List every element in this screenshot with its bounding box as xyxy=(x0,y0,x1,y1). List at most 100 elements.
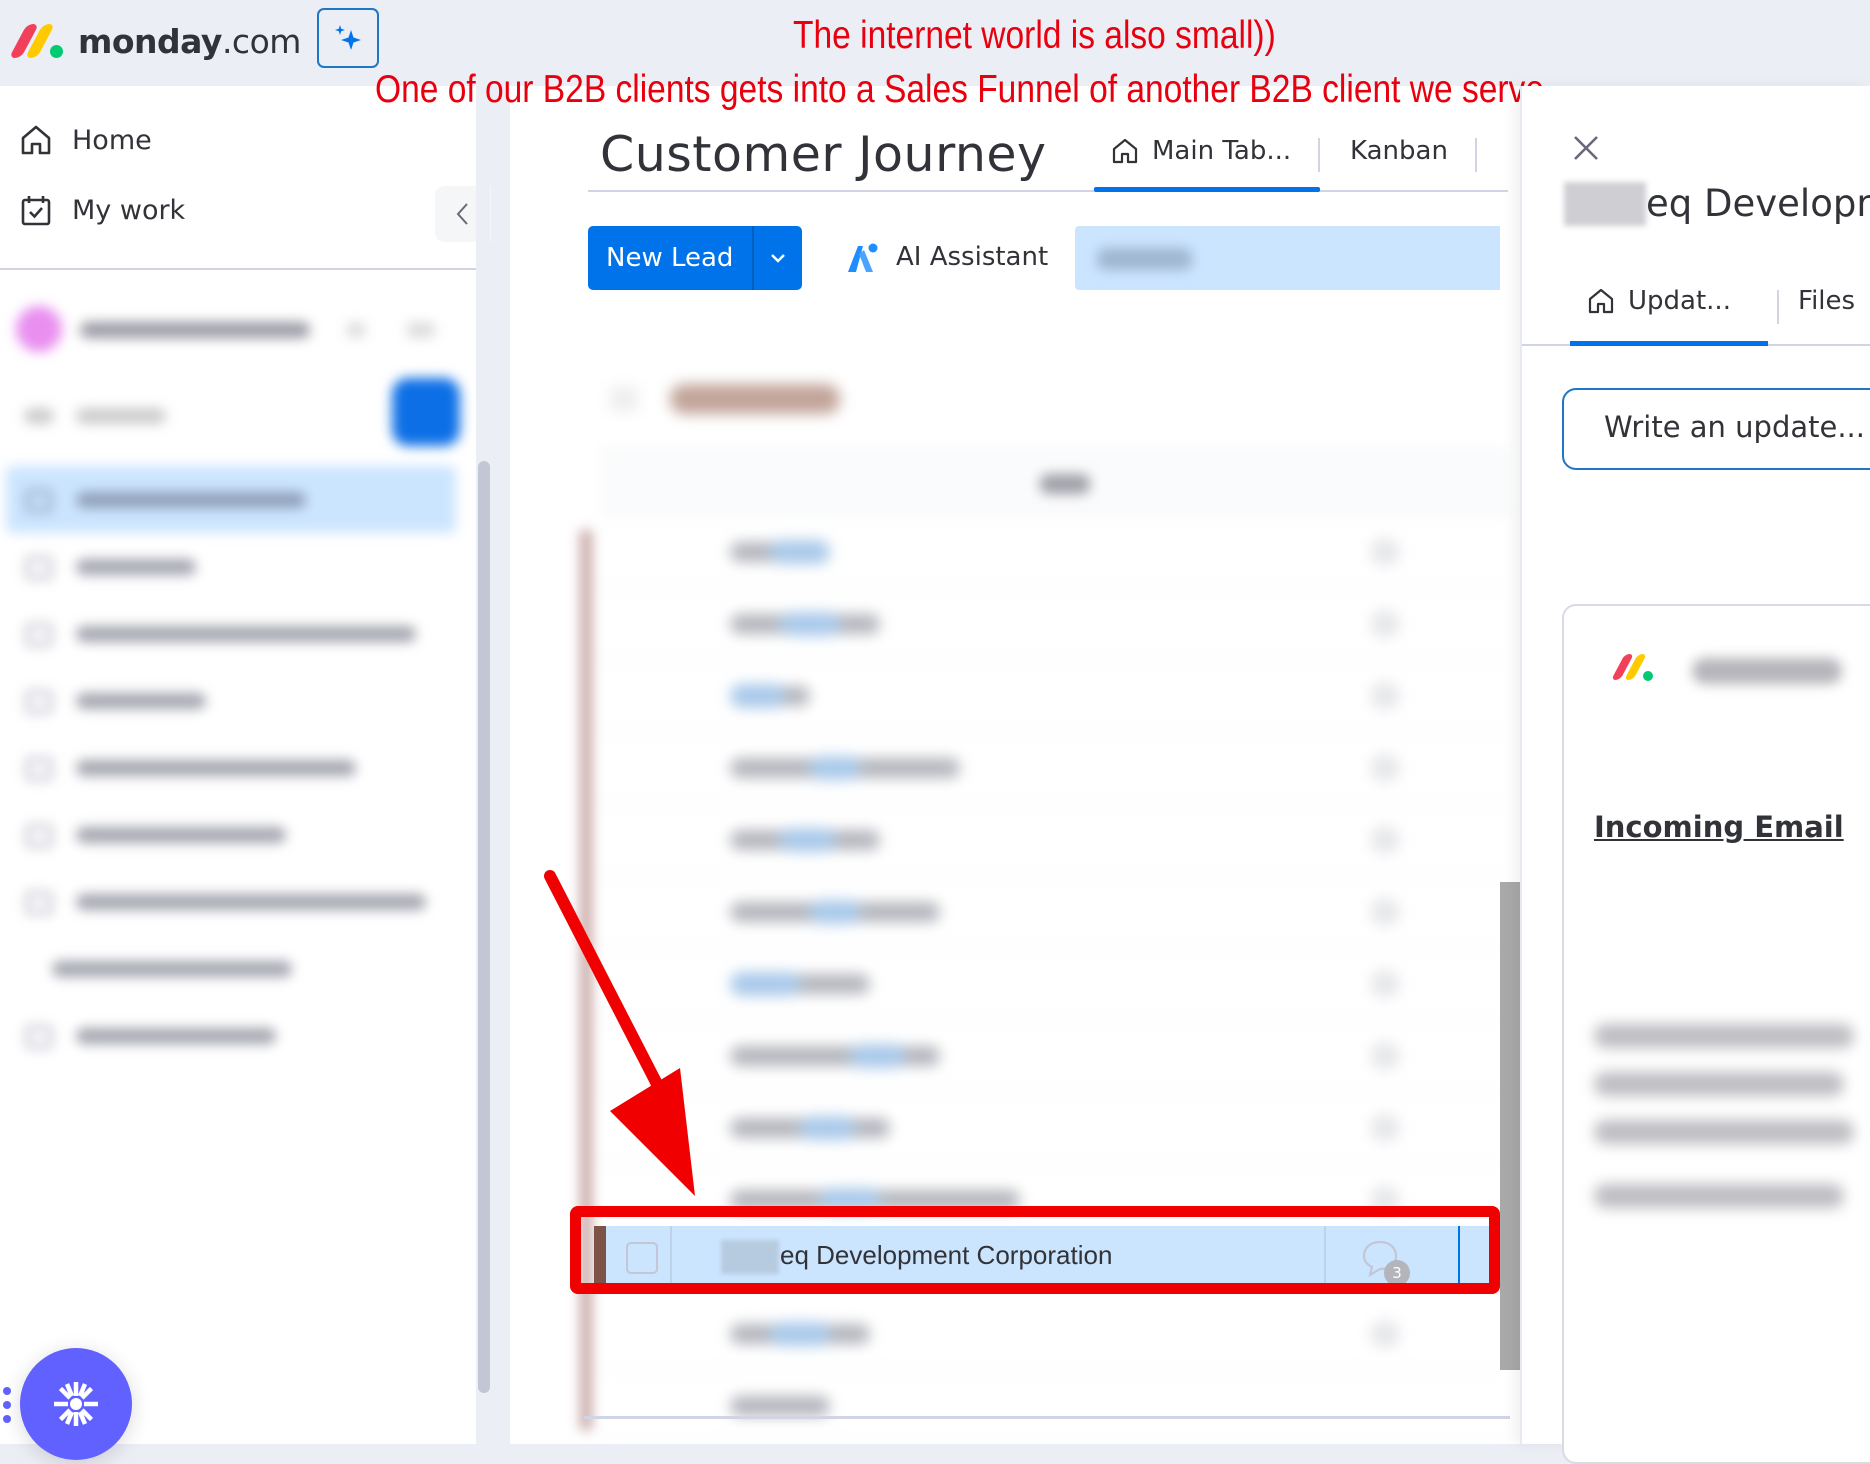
board-search-bar[interactable] xyxy=(1075,226,1500,290)
group-title-redacted xyxy=(670,384,840,414)
new-lead-button: New Lead xyxy=(588,226,802,290)
email-body-redacted xyxy=(1594,1024,1854,1048)
asterisk-icon xyxy=(54,1382,98,1426)
table-row[interactable] xyxy=(600,876,1510,948)
workspace-selector[interactable] xyxy=(16,306,456,366)
monday-logo-icon xyxy=(8,23,64,60)
write-update-input[interactable]: Write an update... xyxy=(1562,388,1870,470)
board-list-item[interactable] xyxy=(0,667,470,734)
board-list-item[interactable] xyxy=(0,1002,470,1069)
monday-logo-icon xyxy=(1611,654,1658,682)
table-header xyxy=(600,446,1510,516)
tab-label: Kanban xyxy=(1350,136,1448,166)
tab-separator xyxy=(1475,138,1477,172)
incoming-email-heading[interactable]: Incoming Email xyxy=(1594,810,1844,844)
table-row[interactable] xyxy=(600,1298,1510,1370)
sidebar-item-home[interactable]: Home xyxy=(18,122,152,158)
item-panel: eq Developm Updat... Files Write an upda… xyxy=(1520,86,1870,1464)
table-row[interactable] xyxy=(600,1020,1510,1092)
board-list-item[interactable] xyxy=(6,466,456,533)
column-header-redacted xyxy=(1040,474,1090,494)
email-body-redacted xyxy=(1594,1120,1854,1144)
search-text-redacted xyxy=(1097,248,1192,270)
tab-separator xyxy=(1777,290,1779,324)
sidebar-item-label: My work xyxy=(72,194,186,226)
add-button[interactable] xyxy=(392,378,460,446)
drag-handle-icon[interactable] xyxy=(3,1387,11,1423)
workspace-avatar xyxy=(16,306,62,352)
sidebar-scrollbar[interactable] xyxy=(478,461,490,1393)
sidebar-item-label: Home xyxy=(72,124,152,156)
brand-name-bold: monday xyxy=(78,22,222,61)
ai-assistant-icon xyxy=(848,243,878,272)
sidebar-divider xyxy=(0,268,490,270)
tab-separator xyxy=(1318,138,1320,172)
item-title-redacted xyxy=(1564,182,1646,226)
item-title[interactable]: eq Developm xyxy=(1646,182,1870,225)
table-rows xyxy=(600,516,1510,1442)
close-icon xyxy=(1574,136,1598,160)
table-row[interactable] xyxy=(600,1092,1510,1164)
home-icon xyxy=(1588,288,1614,314)
more-icon xyxy=(406,322,436,338)
table-row[interactable] xyxy=(600,516,1510,588)
tab-main-table[interactable]: Main Tab... xyxy=(1110,136,1291,166)
new-lead-button-label[interactable]: New Lead xyxy=(588,243,752,273)
annotation-text: One of our B2B clients gets into a Sales… xyxy=(375,68,1554,111)
table-bottom-border xyxy=(584,1416,1510,1419)
workspace-name-redacted xyxy=(80,322,310,338)
table-row[interactable] xyxy=(600,1370,1510,1442)
table-scrollbar[interactable] xyxy=(1500,882,1520,1370)
board-list-item[interactable] xyxy=(0,935,470,1002)
tab-label: Main Tab... xyxy=(1152,136,1292,166)
board-list-item[interactable] xyxy=(0,801,470,868)
brand-name-suffix: .com xyxy=(221,22,301,61)
sidebar: Home My work xyxy=(0,86,491,1444)
home-icon xyxy=(1112,138,1138,164)
board-main: Customer Journey Main Tab... Kanban New … xyxy=(510,86,1520,1444)
active-tab-indicator xyxy=(1094,187,1320,192)
annotation-arrow-icon xyxy=(544,870,695,1196)
annotation-text: The internet world is also small)) xyxy=(793,14,1276,57)
table-row[interactable] xyxy=(600,732,1510,804)
tab-updates[interactable]: Updat... xyxy=(1586,286,1731,316)
brand-name: monday.com xyxy=(78,22,301,61)
new-lead-dropdown-button[interactable] xyxy=(754,252,802,264)
update-card: Incoming Email xyxy=(1562,604,1870,1464)
tabs-divider xyxy=(588,190,1508,192)
sender-name-redacted xyxy=(1692,658,1842,684)
board-list-item[interactable] xyxy=(0,734,470,801)
email-body-redacted xyxy=(1594,1072,1844,1096)
chevron-down-icon xyxy=(771,254,785,263)
chevron-down-icon xyxy=(346,322,366,338)
tab-label: Updat... xyxy=(1628,286,1731,316)
board-list-item[interactable] xyxy=(0,868,470,935)
tab-kanban[interactable]: Kanban xyxy=(1350,136,1448,166)
sidebar-search[interactable] xyxy=(16,386,456,446)
sparkle-icon xyxy=(335,25,361,50)
help-button[interactable] xyxy=(20,1348,132,1460)
search-placeholder-redacted xyxy=(76,408,166,424)
ai-assistant-label: AI Assistant xyxy=(896,242,1049,272)
chevron-left-icon xyxy=(456,203,468,225)
board-list-item[interactable] xyxy=(0,533,470,600)
sidebar-item-my-work[interactable]: My work xyxy=(18,192,185,228)
active-tab-indicator xyxy=(1570,341,1768,346)
board-list-item[interactable] xyxy=(0,600,470,667)
ai-sparkle-button[interactable] xyxy=(317,8,379,68)
board-list xyxy=(0,466,470,1069)
tab-label: Files xyxy=(1798,286,1856,316)
chevron-down-icon xyxy=(610,386,638,412)
search-icon xyxy=(24,408,54,424)
table-row[interactable] xyxy=(600,804,1510,876)
table-row[interactable] xyxy=(600,948,1510,1020)
monday-logo[interactable]: monday.com xyxy=(8,22,301,61)
home-icon xyxy=(21,125,51,155)
close-panel-button[interactable] xyxy=(1566,130,1606,170)
tab-files[interactable]: Files xyxy=(1798,286,1855,316)
board-title[interactable]: Customer Journey xyxy=(600,126,1047,183)
table-row[interactable] xyxy=(600,588,1510,660)
calendar-check-icon xyxy=(21,196,51,226)
ai-assistant-button[interactable]: AI Assistant xyxy=(844,240,1048,274)
table-row[interactable] xyxy=(600,660,1510,732)
